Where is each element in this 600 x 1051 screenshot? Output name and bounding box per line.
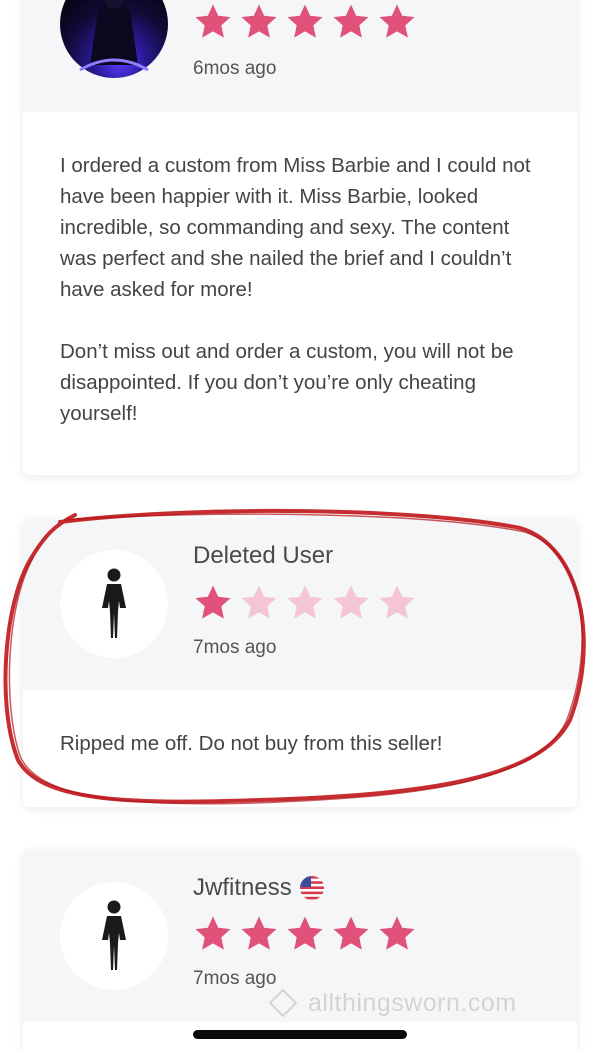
username[interactable]: Deleted User: [193, 542, 333, 570]
review-paragraph: Don’t miss out and order a custom, you w…: [60, 340, 514, 425]
review-card: Deleted User 7mos ago Ripped me off. Do …: [23, 519, 577, 807]
star-filled-icon: [379, 4, 415, 38]
star-filled-icon: [195, 585, 231, 619]
person-silhouette-icon: [102, 900, 126, 970]
review-card: Jwfitness 7mos ago: [23, 850, 577, 1051]
rating-stars: [193, 2, 417, 42]
review-date: 6mos ago: [193, 58, 277, 79]
star-empty-icon: [333, 585, 369, 619]
star-empty-icon: [379, 585, 415, 619]
review-text: I ordered a custom from Miss Barbie and …: [60, 150, 540, 429]
rating-stars: [193, 914, 417, 954]
review-card: 6mos ago I ordered a custom from Miss Ba…: [23, 0, 577, 475]
avatar[interactable]: [60, 882, 168, 990]
us-flag-icon: [299, 876, 324, 900]
username[interactable]: Jwfitness: [193, 874, 324, 902]
rating-stars: [193, 583, 417, 623]
review-header: 6mos ago: [23, 0, 577, 112]
star-filled-icon: [287, 916, 323, 950]
star-filled-icon: [241, 4, 277, 38]
review-header: Deleted User 7mos ago: [23, 519, 577, 690]
star-filled-icon: [287, 4, 323, 38]
star-filled-icon: [379, 916, 415, 950]
review-date: 7mos ago: [193, 637, 277, 658]
home-indicator[interactable]: [193, 1030, 407, 1039]
star-filled-icon: [241, 916, 277, 950]
star-empty-icon: [287, 585, 323, 619]
person-silhouette-icon: [102, 568, 126, 638]
star-filled-icon: [333, 916, 369, 950]
avatar[interactable]: [60, 550, 168, 658]
review-paragraph: I ordered a custom from Miss Barbie and …: [60, 154, 531, 301]
username-label: Deleted User: [193, 542, 334, 569]
username-label: Jwfitness: [193, 874, 292, 901]
review-date: 7mos ago: [193, 968, 277, 989]
star-filled-icon: [333, 4, 369, 38]
avatar[interactable]: [60, 0, 168, 78]
review-text: Ripped me off. Do not buy from this sell…: [60, 732, 443, 755]
review-body: I ordered a custom from Miss Barbie and …: [23, 112, 577, 429]
review-body: Ripped me off. Do not buy from this sell…: [23, 690, 577, 759]
star-filled-icon: [195, 916, 231, 950]
watermark: allthingsworn.com: [268, 988, 517, 1018]
star-empty-icon: [241, 585, 277, 619]
avatar-photo-image: [79, 0, 149, 72]
watermark-text: allthingsworn.com: [308, 988, 517, 1017]
star-filled-icon: [195, 4, 231, 38]
watermark-logo-icon: [268, 988, 298, 1018]
